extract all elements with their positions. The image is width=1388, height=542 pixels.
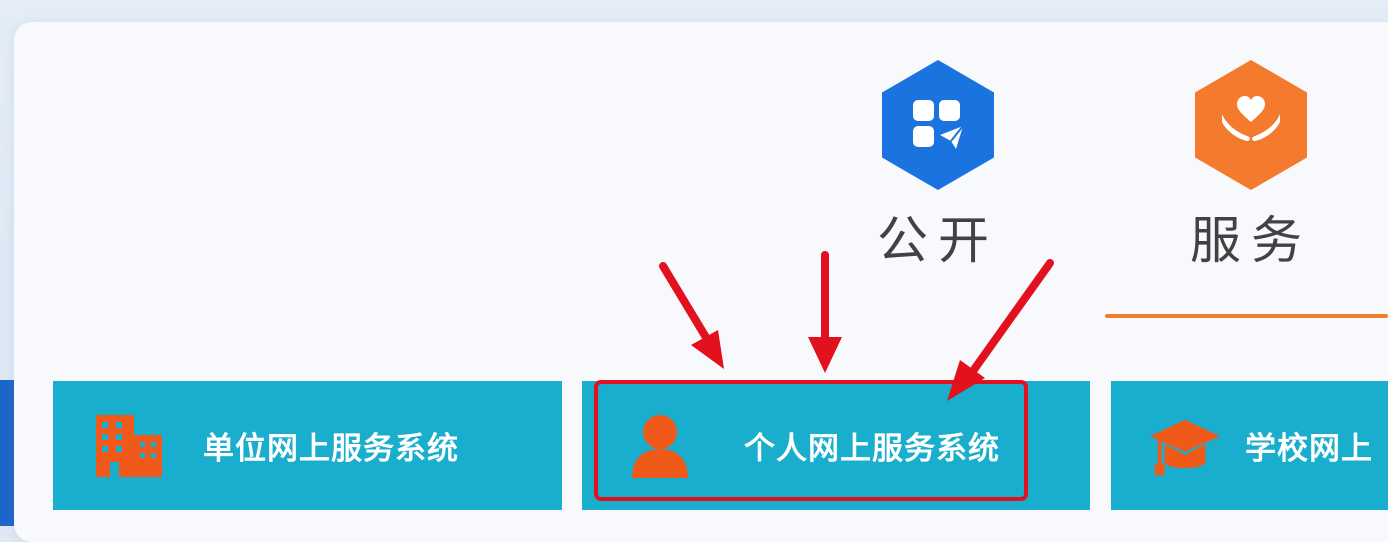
building-icon	[91, 408, 167, 484]
app-grid-paper-plane-icon	[913, 100, 964, 149]
service-icon-container	[1195, 60, 1307, 190]
public-icon-container	[882, 60, 994, 190]
public-hexagon-icon	[882, 60, 994, 190]
personal-online-service-button[interactable]: 个人网上服务系统	[582, 381, 1090, 510]
left-blue-accent	[0, 380, 14, 526]
school-online-service-button[interactable]: 学校网上	[1111, 381, 1388, 510]
school-online-service-label: 学校网上	[1245, 431, 1373, 467]
service-hexagon-icon	[1195, 60, 1307, 190]
active-tab-indicator	[1105, 314, 1388, 318]
nav-label-service: 服务	[1189, 212, 1312, 271]
unit-online-service-button[interactable]: 单位网上服务系统	[53, 381, 562, 510]
personal-online-service-label: 个人网上服务系统	[744, 431, 1000, 467]
nav-label-public: 公开	[876, 212, 999, 271]
heart-hands-icon	[1222, 96, 1280, 141]
person-icon	[622, 408, 698, 484]
unit-online-service-label: 单位网上服务系统	[203, 431, 459, 467]
nav-item-service[interactable]: 服务	[1181, 60, 1321, 267]
nav-item-public[interactable]: 公开	[868, 60, 1008, 267]
graduation-cap-icon	[1147, 408, 1223, 484]
